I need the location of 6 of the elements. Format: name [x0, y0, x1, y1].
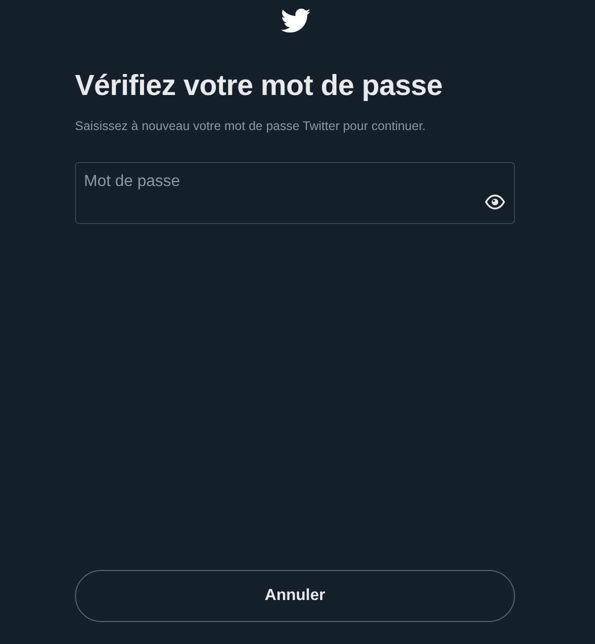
- cancel-button[interactable]: Annuler: [75, 570, 515, 622]
- dialog-subtitle: Saisissez à nouveau votre mot de passe Twitter pour continuer.: [75, 118, 427, 134]
- eye-icon[interactable]: [485, 194, 505, 210]
- dialog-title: Vérifiez votre mot de passe: [75, 69, 444, 104]
- bird-logo-icon: [281, 8, 311, 34]
- password-field[interactable]: Mot de passe: [75, 162, 515, 224]
